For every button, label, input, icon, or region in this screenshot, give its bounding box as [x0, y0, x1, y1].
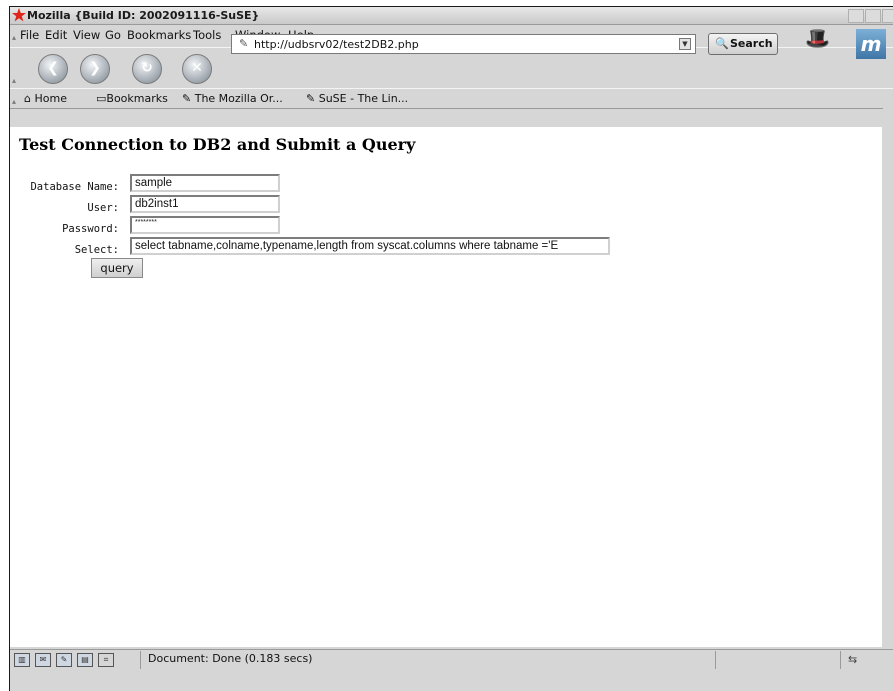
bookmark-icon: ✎ — [306, 92, 316, 105]
bookmark-home-label: Home — [34, 92, 67, 105]
user-field[interactable]: db2inst1 — [130, 195, 280, 213]
back-arrow-icon: ❮ — [47, 60, 59, 76]
close-button[interactable] — [882, 9, 893, 23]
mozilla-throbber-icon[interactable]: m — [856, 29, 886, 59]
select-label: Select: — [74, 244, 119, 256]
forward-button[interactable]: ❯ — [80, 54, 110, 84]
password-field[interactable]: ******** — [130, 216, 280, 234]
navigator-icon[interactable]: ▥ — [14, 653, 30, 667]
database-name-field[interactable]: sample — [130, 174, 280, 192]
reload-icon: ↻ — [141, 60, 153, 76]
menu-tools[interactable]: Tools — [193, 28, 221, 42]
home-icon: ⌂ — [24, 92, 31, 105]
window-title: Mozilla {Build ID: 2002091116-SuSE} — [27, 9, 260, 22]
right-edge-strip — [883, 107, 893, 647]
stop-icon: ✕ — [191, 60, 203, 76]
search-icon: 🔍 — [715, 37, 729, 50]
toolbar-grip-icon[interactable]: ▴ — [12, 97, 17, 106]
database-name-label: Database Name: — [30, 181, 119, 193]
url-text[interactable]: http://udbsrv02/test2DB2.php — [254, 38, 419, 51]
menu-edit[interactable]: Edit — [45, 28, 67, 42]
mozilla-star-icon — [12, 8, 26, 22]
stop-button[interactable]: ✕ — [182, 54, 212, 84]
irc-chat-icon[interactable]: ⌗ — [98, 653, 114, 667]
personal-toolbar: ▴ ⌂ Home ▭Bookmarks ✎ The Mozilla Or... … — [10, 88, 893, 109]
status-separator — [840, 651, 841, 669]
password-label: Password: — [62, 223, 119, 235]
status-bar: ▥ ✉ ✎ ▤ ⌗ Document: Done (0.183 secs) ⇆ — [10, 649, 893, 691]
browser-window: Mozilla {Build ID: 2002091116-SuSE} ▴ Fi… — [9, 6, 893, 691]
online-status-icon[interactable]: ⇆ — [848, 653, 857, 666]
bookmarks-menu[interactable]: ▭Bookmarks — [96, 92, 168, 105]
title-bar: Mozilla {Build ID: 2002091116-SuSE} — [10, 7, 893, 25]
page-heading: Test Connection to DB2 and Submit a Quer… — [19, 135, 416, 154]
bookmark-icon: ✎ — [182, 92, 192, 105]
folder-icon: ▭ — [96, 92, 107, 105]
minimize-button[interactable] — [848, 9, 864, 23]
mail-icon[interactable]: ✉ — [35, 653, 51, 667]
url-bar[interactable]: ✎ http://udbsrv02/test2DB2.php ▼ — [231, 34, 696, 54]
status-text: Document: Done (0.183 secs) — [148, 652, 313, 665]
search-button[interactable]: 🔍 Search — [708, 33, 778, 55]
menu-bookmarks[interactable]: Bookmarks — [127, 28, 191, 42]
menu-view[interactable]: View — [73, 28, 100, 42]
menu-file[interactable]: File — [20, 28, 39, 42]
status-separator — [715, 651, 716, 669]
page-proxy-icon: ✎ — [239, 37, 249, 50]
select-query-field[interactable]: select tabname,colname,typename,length f… — [130, 237, 610, 255]
status-separator — [140, 651, 141, 669]
bookmarks-menu-label: Bookmarks — [106, 92, 168, 105]
bookmark-suse[interactable]: ✎ SuSE - The Lin... — [306, 92, 408, 105]
maximize-button[interactable] — [865, 9, 881, 23]
bookmark-mozilla-label: The Mozilla Or... — [194, 92, 283, 105]
bookmark-suse-label: SuSE - The Lin... — [318, 92, 409, 105]
bookmark-mozilla[interactable]: ✎ The Mozilla Or... — [182, 92, 283, 105]
back-button[interactable]: ❮ — [38, 54, 68, 84]
search-button-label: Search — [730, 37, 773, 50]
reload-button[interactable]: ↻ — [132, 54, 162, 84]
forward-arrow-icon: ❯ — [89, 60, 101, 76]
address-book-icon[interactable]: ▤ — [77, 653, 93, 667]
composer-icon[interactable]: ✎ — [56, 653, 72, 667]
toolbar-grip-icon[interactable]: ▴ — [12, 33, 17, 42]
url-history-dropdown-icon[interactable]: ▼ — [679, 38, 691, 50]
bookmark-home[interactable]: ⌂ Home — [24, 92, 67, 105]
page-content: Test Connection to DB2 and Submit a Quer… — [10, 127, 882, 647]
toolbar-grip-icon[interactable]: ▴ — [12, 76, 17, 85]
menu-go[interactable]: Go — [105, 28, 121, 42]
query-button[interactable]: query — [91, 258, 143, 278]
user-label: User: — [87, 202, 119, 214]
hat-icon: 🎩 — [805, 26, 830, 50]
